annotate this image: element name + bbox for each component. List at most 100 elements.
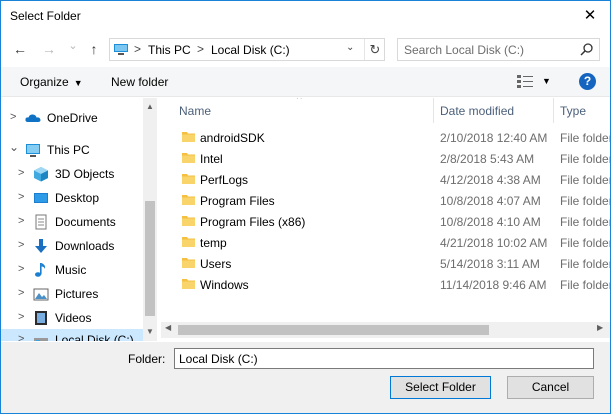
nav-item-documents[interactable]: > Documents [1, 211, 143, 233]
file-name: Program Files (x86) [200, 215, 306, 229]
forward-icon[interactable]: → [40, 39, 58, 59]
folder-label: Folder: [128, 352, 166, 366]
chevron-down-icon[interactable]: ▼ [542, 76, 551, 86]
scroll-left-icon[interactable]: ◀ [165, 323, 171, 332]
cloud-icon [25, 114, 41, 122]
file-name: androidSDK [200, 131, 265, 145]
breadcrumb-separator[interactable]: > [134, 42, 141, 56]
search-box[interactable] [397, 38, 600, 61]
dialog-footer: Folder: Select Folder Cancel [1, 342, 610, 413]
file-list-horizontal-scrollbar[interactable]: ◀ ▶ [161, 322, 610, 338]
close-icon[interactable]: ✕ [570, 1, 610, 31]
nav-item-onedrive[interactable]: > OneDrive [1, 107, 143, 129]
organize-menu[interactable]: Organize ▼ [20, 75, 83, 89]
file-type: File folder [560, 215, 610, 229]
breadcrumb-this-pc[interactable]: This PC [148, 43, 191, 57]
nav-item-3d-objects[interactable]: > 3D Objects [1, 163, 143, 185]
folder-name-input[interactable] [174, 348, 594, 369]
file-row[interactable]: androidSDK 2/10/2018 12:40 AM File folder [169, 127, 610, 148]
scrollbar-thumb[interactable] [145, 201, 155, 316]
nav-item-desktop[interactable]: > Desktop [1, 187, 143, 209]
breadcrumb-separator[interactable]: > [197, 42, 204, 56]
file-row[interactable]: Program Files (x86) 10/8/2018 4:10 AM File… [169, 211, 610, 232]
column-header-type[interactable]: Type [560, 104, 586, 118]
file-type: File folder [560, 173, 610, 187]
refresh-icon[interactable]: ↻ [364, 39, 385, 60]
column-header-name[interactable]: Name [179, 104, 211, 118]
column-divider[interactable] [433, 98, 434, 123]
nav-item-label: Music [55, 263, 87, 277]
chevron-down-icon[interactable]: ⌄ [346, 42, 354, 53]
nav-item-label: Local Disk (C:) [55, 333, 134, 341]
up-icon[interactable]: ↑ [85, 39, 103, 59]
nav-item-local-disk[interactable]: > Local Disk (C:) [1, 329, 143, 341]
chevron-down-icon: ▼ [73, 78, 83, 88]
computer-icon [114, 44, 128, 55]
cancel-button[interactable]: Cancel [507, 376, 594, 399]
search-icon[interactable] [580, 43, 593, 56]
back-icon[interactable]: ← [11, 39, 29, 59]
nav-item-label: OneDrive [47, 111, 98, 125]
file-row[interactable]: PerfLogs 4/12/2018 4:38 AM File folder [169, 169, 610, 190]
chevron-right-icon[interactable]: > [18, 263, 24, 275]
recent-locations-icon[interactable]: ⌄ [64, 36, 82, 56]
file-date-modified: 10/8/2018 4:10 AM [440, 215, 541, 229]
file-row[interactable]: Intel 2/8/2018 5:43 AM File folder [169, 148, 610, 169]
view-options-icon[interactable] [517, 75, 533, 88]
search-input[interactable] [404, 42, 574, 57]
nav-item-label: Documents [55, 215, 116, 229]
new-folder-button[interactable]: New folder [111, 75, 168, 89]
file-row[interactable]: Program Files 10/8/2018 4:07 AM File folde… [169, 190, 610, 211]
breadcrumb-local-disk[interactable]: Local Disk (C:) [211, 43, 290, 57]
help-icon[interactable]: ? [579, 73, 596, 90]
download-icon [35, 239, 47, 253]
nav-item-pictures[interactable]: > Pictures [1, 283, 143, 305]
nav-item-label: Pictures [55, 287, 99, 301]
file-type: File folder [560, 257, 610, 271]
chevron-right-icon[interactable]: > [18, 167, 24, 179]
file-name: Users [200, 257, 232, 271]
folder-icon [182, 132, 195, 142]
cube-icon [34, 167, 48, 182]
file-row[interactable]: Users 5/14/2018 3:11 AM File folder [169, 253, 610, 274]
chevron-right-icon[interactable]: > [18, 191, 24, 203]
file-name: Windows [200, 278, 249, 292]
computer-icon [26, 144, 40, 157]
nav-item-downloads[interactable]: > Downloads [1, 235, 143, 257]
navigation-bar: ← → ⌄ ↑ > This PC > Local Disk (C:) ⌄ ↻ [1, 35, 610, 63]
file-row[interactable]: temp 4/21/2018 10:02 AM File folder [169, 232, 610, 253]
file-list: ^ Name Date modified Type androidSDK 2/10… [169, 98, 610, 341]
address-bar[interactable]: > This PC > Local Disk (C:) ⌄ ↻ [109, 38, 385, 61]
file-date-modified: 11/14/2018 9:46 AM [440, 278, 547, 292]
nav-item-this-pc[interactable]: ⌄ This PC [1, 139, 143, 161]
chevron-down-icon[interactable]: ⌄ [9, 140, 19, 154]
chevron-right-icon[interactable]: > [18, 215, 24, 227]
column-divider[interactable] [553, 98, 554, 123]
chevron-right-icon[interactable]: > [10, 111, 16, 123]
scroll-down-icon[interactable]: ▼ [143, 325, 157, 339]
scroll-up-icon[interactable]: ▲ [143, 100, 157, 114]
file-name: PerfLogs [200, 173, 249, 187]
select-folder-dialog: Select Folder ✕ ← → ⌄ ↑ > This PC > Loca… [0, 0, 611, 414]
title-bar: Select Folder ✕ [1, 1, 610, 31]
file-date-modified: 5/14/2018 3:11 AM [440, 257, 540, 271]
document-icon [35, 214, 47, 230]
navigation-pane-scrollbar[interactable]: ▲ ▼ [143, 98, 157, 341]
window-title: Select Folder [10, 9, 81, 23]
column-header-date[interactable]: Date modified [440, 104, 514, 118]
nav-item-music[interactable]: > Music [1, 259, 143, 281]
scrollbar-thumb[interactable] [178, 325, 489, 335]
chevron-right-icon[interactable]: > [18, 287, 24, 299]
chevron-right-icon[interactable]: > [18, 239, 24, 251]
chevron-right-icon[interactable]: > [18, 333, 24, 341]
file-name: Program Files [200, 194, 275, 208]
chevron-right-icon[interactable]: > [18, 311, 24, 323]
file-date-modified: 10/8/2018 4:07 AM [440, 194, 541, 208]
nav-item-videos[interactable]: > Videos [1, 307, 143, 329]
picture-icon [33, 288, 49, 301]
select-folder-button[interactable]: Select Folder [390, 376, 491, 399]
file-row[interactable]: Windows 11/14/2018 9:46 AM File folder [169, 274, 610, 295]
column-headers: ^ Name Date modified Type [169, 98, 610, 123]
folder-icon [182, 216, 195, 226]
scroll-right-icon[interactable]: ▶ [597, 323, 603, 332]
